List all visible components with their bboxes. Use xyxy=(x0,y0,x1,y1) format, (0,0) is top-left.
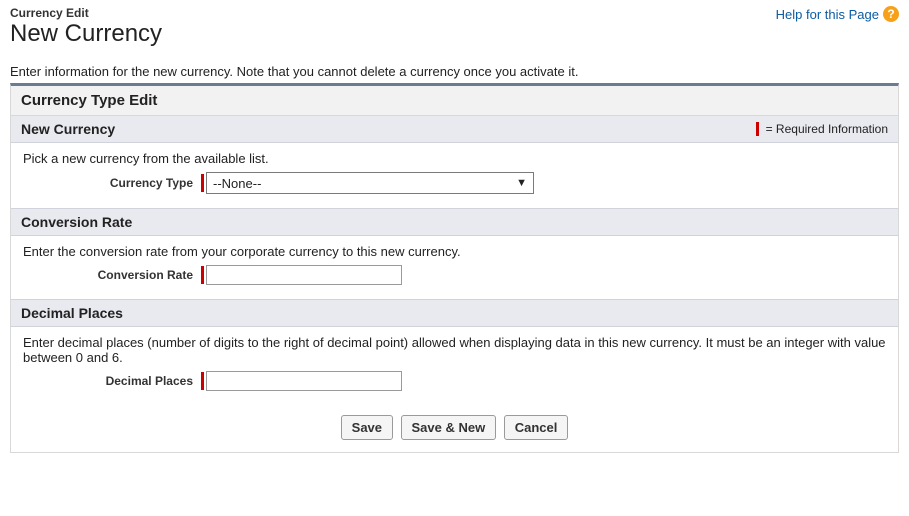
save-button[interactable]: Save xyxy=(341,415,393,440)
page-title: New Currency xyxy=(10,20,162,48)
required-bar-rate xyxy=(201,266,204,284)
currency-type-select[interactable]: --None-- ▼ xyxy=(206,172,534,194)
currency-type-label: Currency Type xyxy=(23,176,201,190)
conversion-rate-label: Conversion Rate xyxy=(23,268,201,282)
conversion-rate-input[interactable] xyxy=(206,265,402,285)
breadcrumb: Currency Edit xyxy=(10,6,162,20)
save-and-new-button[interactable]: Save & New xyxy=(401,415,497,440)
currency-type-value: --None-- xyxy=(213,176,261,191)
help-link[interactable]: Help for this Page ? xyxy=(776,6,899,22)
currency-desc: Pick a new currency from the available l… xyxy=(23,151,886,166)
intro-text: Enter information for the new currency. … xyxy=(10,64,899,79)
help-icon: ? xyxy=(883,6,899,22)
section-heading-currency: New Currency = Required Information xyxy=(11,116,898,143)
section-heading-decimals-label: Decimal Places xyxy=(21,305,123,321)
help-link-label: Help for this Page xyxy=(776,7,879,22)
decimals-desc: Enter decimal places (number of digits t… xyxy=(23,335,886,365)
decimal-places-input[interactable] xyxy=(206,371,402,391)
section-heading-rate: Conversion Rate xyxy=(11,208,898,236)
required-bar-currency xyxy=(201,174,204,192)
edit-panel: Currency Type Edit New Currency = Requir… xyxy=(10,83,899,453)
section-heading-currency-label: New Currency xyxy=(21,121,115,137)
chevron-down-icon: ▼ xyxy=(516,177,527,189)
button-row: Save Save & New Cancel xyxy=(11,405,898,452)
required-legend: = Required Information xyxy=(756,122,888,137)
section-heading-decimals: Decimal Places xyxy=(11,299,898,327)
required-legend-text: = Required Information xyxy=(766,122,888,136)
decimal-places-label: Decimal Places xyxy=(23,374,201,388)
cancel-button[interactable]: Cancel xyxy=(504,415,569,440)
panel-title: Currency Type Edit xyxy=(11,86,898,116)
rate-desc: Enter the conversion rate from your corp… xyxy=(23,244,886,259)
required-bar-decimals xyxy=(201,372,204,390)
required-mark-icon xyxy=(756,122,759,136)
section-heading-rate-label: Conversion Rate xyxy=(21,214,132,230)
